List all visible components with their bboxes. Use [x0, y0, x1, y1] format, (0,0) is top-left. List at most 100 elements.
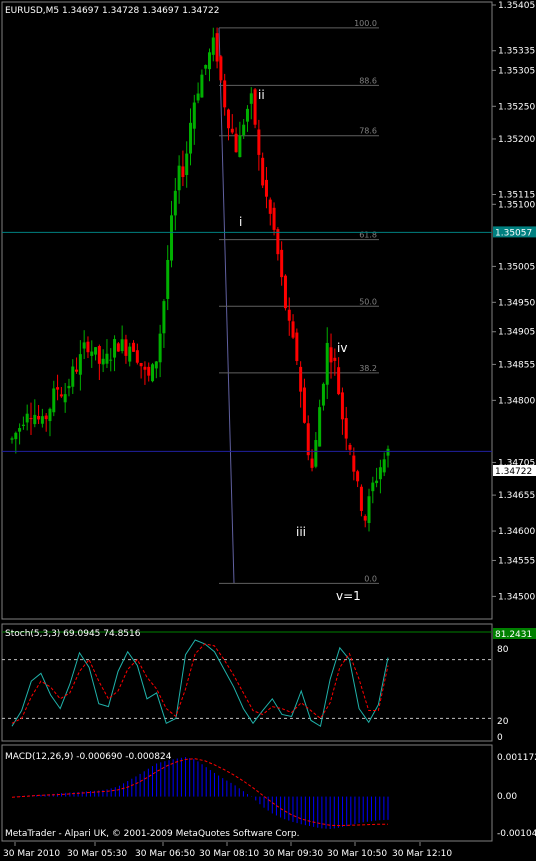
candle-body — [120, 339, 124, 352]
footer-copyright: MetaTrader - Alpari UK, © 2001-2009 Meta… — [5, 829, 299, 839]
candle-body — [386, 448, 390, 456]
candle-body — [272, 207, 276, 230]
candle-body — [280, 249, 284, 278]
price-tick-label: 1.34905 — [498, 328, 535, 338]
candle-body — [352, 455, 356, 472]
price-tick-label: 1.34600 — [498, 527, 535, 537]
candle-body — [344, 418, 348, 439]
candle-body — [314, 440, 318, 467]
candle-body — [196, 93, 200, 101]
price-tick-label: 1.35405 — [498, 1, 535, 11]
candle-body — [367, 496, 371, 524]
candle-body — [90, 351, 94, 356]
macd-axis-top: 0.001172 — [497, 753, 536, 763]
candle-body — [382, 459, 386, 473]
candle-body — [333, 357, 337, 361]
candle-body — [21, 424, 25, 426]
candle-body — [116, 343, 120, 352]
candle-body — [71, 366, 75, 387]
candle-body — [56, 387, 60, 390]
candle-body — [128, 346, 132, 362]
candle-body — [166, 259, 170, 299]
fib-level-label: 100.0 — [354, 19, 377, 28]
stoch-axis-20: 20 — [497, 717, 509, 727]
candle-body — [295, 332, 299, 362]
candle-body — [234, 133, 238, 153]
price-tick-label: 1.34855 — [498, 360, 535, 370]
candle-body — [170, 215, 174, 261]
fib-level-label: 88.6 — [359, 76, 377, 85]
time-tick-label: 30 Mar 09:30 — [263, 849, 323, 859]
candle-body — [185, 153, 189, 175]
candle-body — [287, 309, 291, 321]
wave-label-iii: iii — [296, 525, 306, 539]
price-tick-label: 1.35005 — [498, 262, 535, 272]
candle-body — [363, 516, 367, 521]
candle-body — [105, 353, 109, 364]
candle-body — [189, 122, 193, 154]
candle-body — [177, 165, 181, 191]
price-tick-label: 1.34950 — [498, 298, 535, 308]
candle-body — [207, 52, 211, 70]
candle-body — [94, 347, 98, 355]
hline-price-label: 1.35057 — [495, 228, 532, 238]
candle-body — [132, 342, 136, 352]
candle-body — [143, 366, 147, 370]
candle-body — [299, 366, 303, 392]
candle-body — [359, 486, 363, 511]
candle-body — [318, 407, 322, 447]
candle-body — [337, 367, 341, 395]
candle-body — [375, 480, 379, 484]
candle-body — [158, 333, 162, 363]
candle-body — [340, 392, 344, 420]
fib-level-label: 0.0 — [364, 574, 377, 583]
price-tick-label: 1.35115 — [498, 191, 535, 201]
candle-body — [242, 124, 246, 136]
candle-body — [204, 65, 208, 69]
candle-body — [264, 179, 268, 197]
candle-body — [249, 93, 253, 104]
candle-body — [200, 74, 204, 98]
candle-body — [139, 363, 143, 367]
candle-body — [325, 342, 329, 385]
candle-body — [181, 166, 185, 177]
price-tick-label: 1.35335 — [498, 47, 535, 57]
candle-body — [109, 359, 113, 361]
time-tick-label: 30 Mar 10:50 — [327, 849, 387, 859]
candle-body — [18, 428, 22, 432]
stoch-header: Stoch(5,3,3) 69.0945 74.8516 — [5, 629, 141, 639]
candle-body — [75, 369, 79, 372]
candle-body — [219, 56, 223, 81]
main-header: EURUSD,M5 1.34697 1.34728 1.34697 1.3472… — [5, 6, 219, 16]
candle-body — [162, 301, 166, 334]
candle-body — [223, 80, 227, 108]
candle-body — [63, 394, 67, 403]
stoch-axis-0: 0 — [497, 733, 503, 743]
candle-body — [245, 108, 249, 122]
price-tick-label: 1.35200 — [498, 135, 535, 145]
candle-body — [67, 385, 71, 389]
time-tick-label: 30 Mar 08:10 — [199, 849, 259, 859]
candle-body — [37, 415, 41, 420]
time-tick-label: 30 Mar 2010 — [3, 849, 60, 859]
macd-header: MACD(12,26,9) -0.000690 -0.000824 — [5, 752, 172, 762]
candle-body — [306, 423, 310, 456]
macd-axis-zero: 0.00 — [497, 792, 517, 802]
candle-body — [211, 37, 215, 55]
candle-body — [59, 394, 63, 397]
candle-body — [215, 33, 219, 62]
candle-body — [154, 361, 158, 369]
fib-level-label: 50.0 — [359, 297, 377, 306]
price-tick-label: 1.34655 — [498, 491, 535, 501]
macd-axis-bottom: -0.001049 — [497, 829, 536, 839]
price-tick-label: 1.35100 — [498, 200, 535, 210]
candle-body — [283, 275, 287, 309]
fib-level-label: 78.6 — [359, 127, 377, 136]
candle-body — [82, 342, 86, 349]
candle-body — [257, 129, 261, 155]
candle-body — [147, 366, 151, 376]
candle-body — [29, 417, 33, 420]
candle-body — [291, 321, 295, 338]
candle-body — [261, 157, 265, 186]
candle-body — [97, 345, 101, 364]
